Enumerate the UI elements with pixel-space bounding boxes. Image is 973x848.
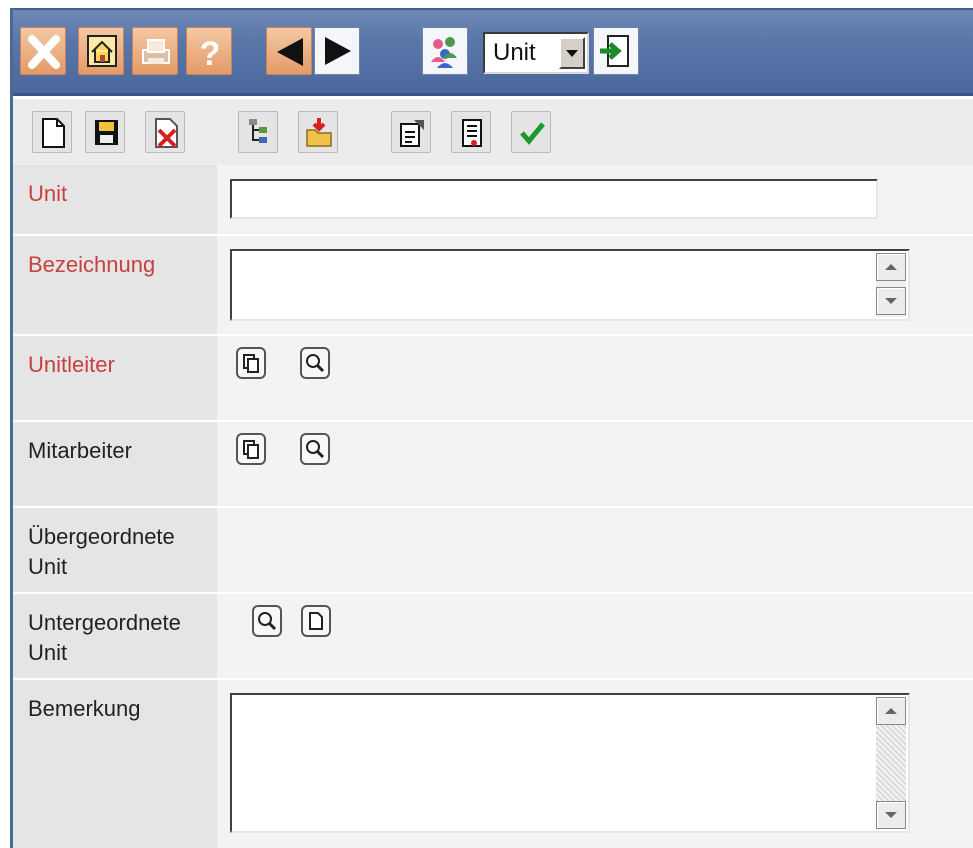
new-document-icon: [42, 118, 65, 148]
save-button[interactable]: [85, 111, 125, 153]
bezeichnung-row: Bezeichnung: [13, 236, 973, 336]
print-button[interactable]: [132, 27, 178, 75]
bezeichnung-label: Bezeichnung: [28, 252, 156, 277]
report-button[interactable]: [451, 111, 491, 153]
unitleiter-label: Unitleiter: [28, 352, 115, 377]
scroll-up-button[interactable]: [876, 253, 906, 281]
tree-icon: [249, 119, 267, 143]
unit-row: Unit: [13, 165, 973, 236]
scroll-down-button[interactable]: [876, 287, 906, 315]
copy-icon: [243, 440, 259, 459]
properties-button[interactable]: [391, 111, 431, 153]
copy-icon: [243, 354, 259, 373]
users-button[interactable]: [422, 27, 468, 75]
report-icon: [462, 119, 482, 147]
new-button[interactable]: [32, 111, 72, 153]
tree-button[interactable]: [238, 111, 278, 153]
home-button[interactable]: [78, 27, 124, 75]
chevron-up-icon: [885, 708, 897, 714]
bezeichnung-scrollbar[interactable]: [876, 253, 906, 317]
uebergeordnete-row: Übergeordnete Unit: [13, 508, 973, 594]
chevron-up-icon: [885, 264, 897, 270]
bemerkung-textarea[interactable]: [230, 693, 910, 833]
entity-select[interactable]: Unit: [483, 32, 589, 74]
delete-icon: [155, 118, 178, 148]
chevron-down-icon: [885, 812, 897, 818]
check-icon: [520, 122, 545, 145]
window: ? Unit Unit Bezeichnung Unitleiter Mitar…: [0, 0, 973, 848]
help-icon: ?: [200, 35, 221, 73]
entity-select-value: Unit: [493, 39, 536, 66]
svg-text:?: ?: [200, 35, 221, 73]
unit-input[interactable]: [230, 179, 878, 219]
untergeordnete-label: Untergeordnete Unit: [28, 610, 181, 665]
properties-icon: [400, 120, 424, 147]
open-folder-icon: [306, 118, 332, 147]
close-icon: [28, 35, 60, 69]
enter-icon: [600, 35, 629, 67]
help-button[interactable]: ?: [186, 27, 232, 75]
unitleiter-search-button[interactable]: [300, 347, 330, 379]
search-icon: [306, 440, 325, 459]
back-button[interactable]: [266, 27, 312, 75]
scroll-up-button[interactable]: [876, 697, 906, 725]
new-document-icon: [309, 612, 323, 630]
action-toolbar: [13, 99, 973, 165]
close-button[interactable]: [20, 27, 66, 75]
confirm-button[interactable]: [511, 111, 551, 153]
scroll-down-button[interactable]: [876, 801, 906, 829]
chevron-down-icon[interactable]: [559, 37, 585, 69]
forward-button[interactable]: [314, 27, 360, 75]
users-icon: [431, 37, 457, 68]
mitarbeiter-copy-button[interactable]: [236, 433, 266, 465]
arrow-right-icon: [325, 37, 351, 65]
chevron-down-icon: [885, 298, 897, 304]
go-button[interactable]: [593, 27, 639, 75]
mitarbeiter-row: Mitarbeiter: [13, 422, 973, 508]
print-icon: [142, 39, 170, 64]
unitleiter-row: Unitleiter: [13, 336, 973, 422]
open-button[interactable]: [298, 111, 338, 153]
main-toolbar: ? Unit: [10, 8, 973, 96]
bemerkung-row: Bemerkung: [13, 680, 973, 848]
untergeordnete-new-button[interactable]: [301, 605, 331, 637]
unitleiter-copy-button[interactable]: [236, 347, 266, 379]
uebergeordnete-label: Übergeordnete Unit: [28, 524, 175, 579]
mitarbeiter-search-button[interactable]: [300, 433, 330, 465]
scroll-track[interactable]: [876, 725, 906, 801]
untergeordnete-row: Untergeordnete Unit: [13, 594, 973, 680]
unit-label: Unit: [28, 181, 68, 206]
arrow-left-icon: [277, 38, 303, 66]
bezeichnung-textarea[interactable]: [230, 249, 910, 321]
mitarbeiter-label: Mitarbeiter: [28, 438, 132, 463]
save-icon: [95, 120, 118, 145]
bemerkung-label: Bemerkung: [28, 696, 141, 721]
untergeordnete-search-button[interactable]: [252, 605, 282, 637]
bemerkung-scrollbar[interactable]: [876, 697, 906, 829]
home-icon: [87, 35, 117, 67]
delete-button[interactable]: [145, 111, 185, 153]
search-icon: [306, 354, 325, 373]
search-icon: [258, 612, 277, 631]
